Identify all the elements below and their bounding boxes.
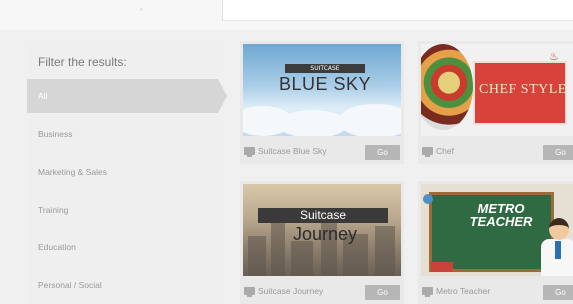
card-footer: Suitcase Blue Sky Go [240, 142, 404, 164]
chef-hat-icon: ♨ [549, 50, 559, 63]
template-thumbnail[interactable]: METRO TEACHER [421, 184, 573, 276]
filter-item-education[interactable]: Education [27, 230, 218, 264]
filter-item-all[interactable]: All [27, 79, 227, 113]
template-name: Suitcase Blue Sky [258, 146, 327, 156]
books-icon [431, 262, 453, 272]
top-bar [0, 0, 573, 30]
filter-title: Filter the results: [38, 55, 127, 69]
template-card[interactable]: SUITCASE BLUE SKY Suitcase Blue Sky Go [240, 41, 404, 164]
template-thumbnail[interactable]: SUITCASE BLUE SKY [243, 44, 401, 136]
filter-item-personal-social[interactable]: Personal / Social [27, 268, 218, 302]
card-footer: Suitcase Journey Go [240, 282, 404, 304]
template-card[interactable]: CHEF STYLE ♨ Chef Go [418, 41, 573, 164]
filter-item-marketing-sales[interactable]: Marketing & Sales [27, 155, 218, 189]
decorative-dot [140, 8, 143, 11]
food-plate-image [421, 44, 473, 130]
go-button[interactable]: Go [365, 145, 400, 160]
template-name: Metro Teacher [436, 286, 491, 296]
filter-panel: Filter the results: All Business Marketi… [27, 41, 227, 304]
teacher-tie [555, 241, 561, 259]
filter-item-training[interactable]: Training [27, 193, 218, 227]
template-card[interactable]: Suitcase Journey Suitcase Journey Go [240, 181, 404, 304]
presentation-icon [244, 147, 255, 157]
thumb-title: CHEF STYLE [479, 82, 567, 97]
template-thumbnail[interactable]: Suitcase Journey [243, 184, 401, 276]
globe-icon [423, 194, 433, 204]
go-button[interactable]: Go [543, 145, 573, 160]
teacher-head [549, 218, 569, 240]
card-footer: Chef Go [418, 142, 573, 164]
card-footer: Metro Teacher Go [418, 282, 573, 304]
thumb-subtitle: Suitcase [299, 208, 347, 222]
building-shape [291, 241, 313, 276]
thumb-title: METRO TEACHER [461, 202, 541, 228]
cloud-shape [338, 104, 401, 136]
thumb-title-line2: TEACHER [469, 214, 533, 229]
thumb-title: BLUE SKY [278, 74, 372, 94]
go-button[interactable]: Go [365, 285, 400, 300]
search-input[interactable] [222, 0, 573, 21]
thumb-subtitle: SUITCASE [285, 64, 365, 73]
template-thumbnail[interactable]: CHEF STYLE ♨ [421, 44, 573, 136]
presentation-icon [422, 147, 433, 157]
presentation-icon [422, 287, 433, 297]
template-name: Suitcase Journey [258, 286, 324, 296]
filter-item-business[interactable]: Business [27, 117, 218, 151]
presentation-icon [244, 287, 255, 297]
thumb-title: Journey [292, 224, 358, 244]
go-button[interactable]: Go [543, 285, 573, 300]
template-name: Chef [436, 146, 454, 156]
template-card[interactable]: METRO TEACHER Metro Teacher Go [418, 181, 573, 304]
